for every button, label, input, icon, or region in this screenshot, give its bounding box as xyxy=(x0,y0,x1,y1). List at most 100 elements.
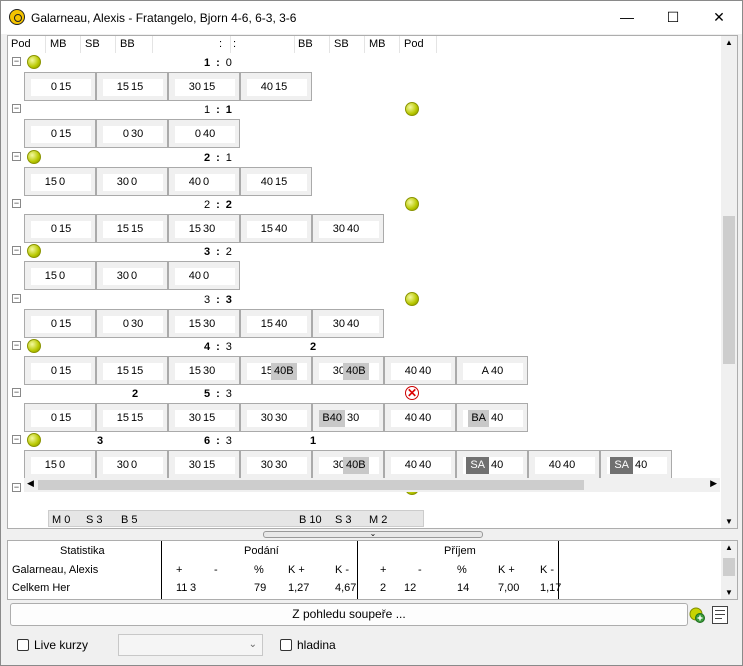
point-cell: 15 15 xyxy=(96,213,168,243)
vertical-scrollbar[interactable]: ▲ ▼ xyxy=(721,36,737,528)
live-odds-checkbox[interactable] xyxy=(17,639,29,651)
collapse-toggle[interactable]: − xyxy=(12,104,21,114)
score-separator: : xyxy=(216,104,220,117)
stats-col-header: K - xyxy=(540,564,555,576)
point-player-a: 15 xyxy=(188,317,201,330)
stats-value: 11 xyxy=(176,582,188,594)
score-player-b: 3 xyxy=(225,340,232,353)
point-player-a: 40 xyxy=(404,459,417,472)
point-sequence: 15 0 30 0 40 0 40 15 xyxy=(24,166,312,196)
point-player-b: 15 xyxy=(59,222,72,235)
collapse-toggle[interactable]: − xyxy=(12,151,21,161)
point-cell: A 40 xyxy=(456,355,528,385)
collapse-toggle[interactable]: − xyxy=(12,246,21,256)
point-cell: 15 15 xyxy=(96,403,168,433)
point-cell: 40 40 xyxy=(384,355,456,385)
combo-chevron-down-icon[interactable]: ⌄ xyxy=(249,639,257,650)
point-cell: 30 0 xyxy=(96,166,168,196)
right-mark: 1 xyxy=(310,435,317,448)
point-player-a: 30 xyxy=(116,175,129,188)
summary-mb-right: M 2 xyxy=(369,514,388,526)
stats-col-header: K + xyxy=(498,564,515,576)
scroll-left-icon[interactable]: ◀ xyxy=(27,478,34,489)
point-player-b: 30 xyxy=(131,317,144,330)
close-button[interactable]: ✕ xyxy=(696,1,742,34)
minimize-button[interactable]: — xyxy=(604,1,650,34)
stats-scroll-down-icon[interactable]: ▼ xyxy=(725,588,733,597)
point-sequence: 0 15 0 30 15 30 15 40 30 40 xyxy=(24,308,384,338)
point-player-a: 30 xyxy=(188,412,201,425)
game-score: 4:3 xyxy=(204,341,232,353)
stats-col-header: % xyxy=(457,564,467,576)
col-sep-right: : xyxy=(233,38,237,50)
point-player-b: 15 xyxy=(59,364,72,377)
point-cell: 0 15 xyxy=(24,355,96,385)
game-score: 6:3 xyxy=(204,435,232,447)
point-cell: 30 40 xyxy=(312,308,384,338)
point-player-b: 30 xyxy=(203,222,216,235)
score-separator: : xyxy=(216,340,220,353)
tennis-ball-server-icon xyxy=(27,149,41,164)
game-score: 2:2 xyxy=(204,199,232,211)
scroll-down-icon[interactable]: ▼ xyxy=(725,517,733,526)
point-cell: SA 40 xyxy=(600,450,672,480)
summary-bb-left: B 5 xyxy=(121,514,138,526)
col-mb-left: MB xyxy=(50,38,67,50)
score-player-a: 5 xyxy=(204,388,211,401)
collapse-toggle[interactable]: − xyxy=(12,482,21,492)
scroll-right-icon[interactable]: ▶ xyxy=(710,478,717,489)
point-player-a: 15 xyxy=(44,175,57,188)
score-player-a: 1 xyxy=(204,104,211,117)
collapse-toggle[interactable]: − xyxy=(12,293,21,303)
collapse-toggle[interactable]: − xyxy=(12,340,21,350)
point-player-b: 15 xyxy=(59,128,72,141)
chevron-down-icon[interactable]: ⌄ xyxy=(370,529,377,538)
stats-scrollbar[interactable]: ▲ ▼ xyxy=(721,541,737,599)
panel-splitter[interactable]: ⌄ xyxy=(263,529,483,538)
game-score: 1:1 xyxy=(204,104,232,116)
stats-scroll-up-icon[interactable]: ▲ xyxy=(725,543,733,552)
point-player-b: 40 xyxy=(419,459,432,472)
point-player-a: 0 xyxy=(122,317,129,330)
collapse-toggle[interactable]: − xyxy=(12,198,21,208)
column-header: Pod MB SB BB : : BB SB MB Pod xyxy=(8,36,722,53)
add-tennis-ball-icon[interactable] xyxy=(689,607,705,623)
point-player-a: 40 xyxy=(404,364,417,377)
point-player-a: B40 xyxy=(319,410,345,428)
point-cell: 30 30 xyxy=(240,450,312,480)
level-checkbox[interactable] xyxy=(280,639,292,651)
horizontal-scroll-thumb[interactable] xyxy=(38,480,584,490)
collapse-toggle[interactable]: − xyxy=(12,435,21,445)
point-cell: 15 0 xyxy=(24,450,96,480)
point-cell: 15 15 xyxy=(96,355,168,385)
point-player-a: 15 xyxy=(116,81,129,93)
col-sb-left: SB xyxy=(85,38,100,50)
point-player-b: 15 xyxy=(131,81,144,93)
score-player-a: 3 xyxy=(204,293,211,306)
scroll-up-icon[interactable]: ▲ xyxy=(725,38,733,47)
notes-icon[interactable] xyxy=(712,606,728,624)
col-pod-right: Pod xyxy=(404,38,424,50)
horizontal-scrollbar[interactable]: ◀ ▶ xyxy=(24,478,720,492)
point-player-a: 30 xyxy=(188,81,201,93)
score-player-a: 2 xyxy=(204,151,211,164)
point-player-a: 0 xyxy=(50,81,57,93)
point-player-a: 40 xyxy=(404,412,417,425)
collapse-toggle[interactable]: − xyxy=(12,388,21,398)
point-player-b: 40 xyxy=(635,459,648,472)
stats-col-header: + xyxy=(176,564,183,576)
point-player-b: 40 xyxy=(419,364,432,377)
odds-combo[interactable]: ⌄ xyxy=(118,634,263,656)
point-player-a: A xyxy=(481,364,489,377)
stats-scroll-thumb[interactable] xyxy=(723,558,735,576)
score-separator: : xyxy=(216,151,220,164)
maximize-button[interactable]: ☐ xyxy=(650,1,696,34)
collapse-toggle[interactable]: − xyxy=(12,57,21,66)
opponent-view-button[interactable]: Z pohledu soupeře ... xyxy=(10,603,688,626)
point-player-a: 30 xyxy=(116,270,129,283)
tennis-ball-server-icon xyxy=(27,338,41,353)
score-separator: : xyxy=(216,198,220,211)
point-player-b: 15 xyxy=(59,317,72,330)
vertical-scroll-thumb[interactable] xyxy=(723,216,735,364)
summary-mb-left: M 0 xyxy=(52,514,71,526)
